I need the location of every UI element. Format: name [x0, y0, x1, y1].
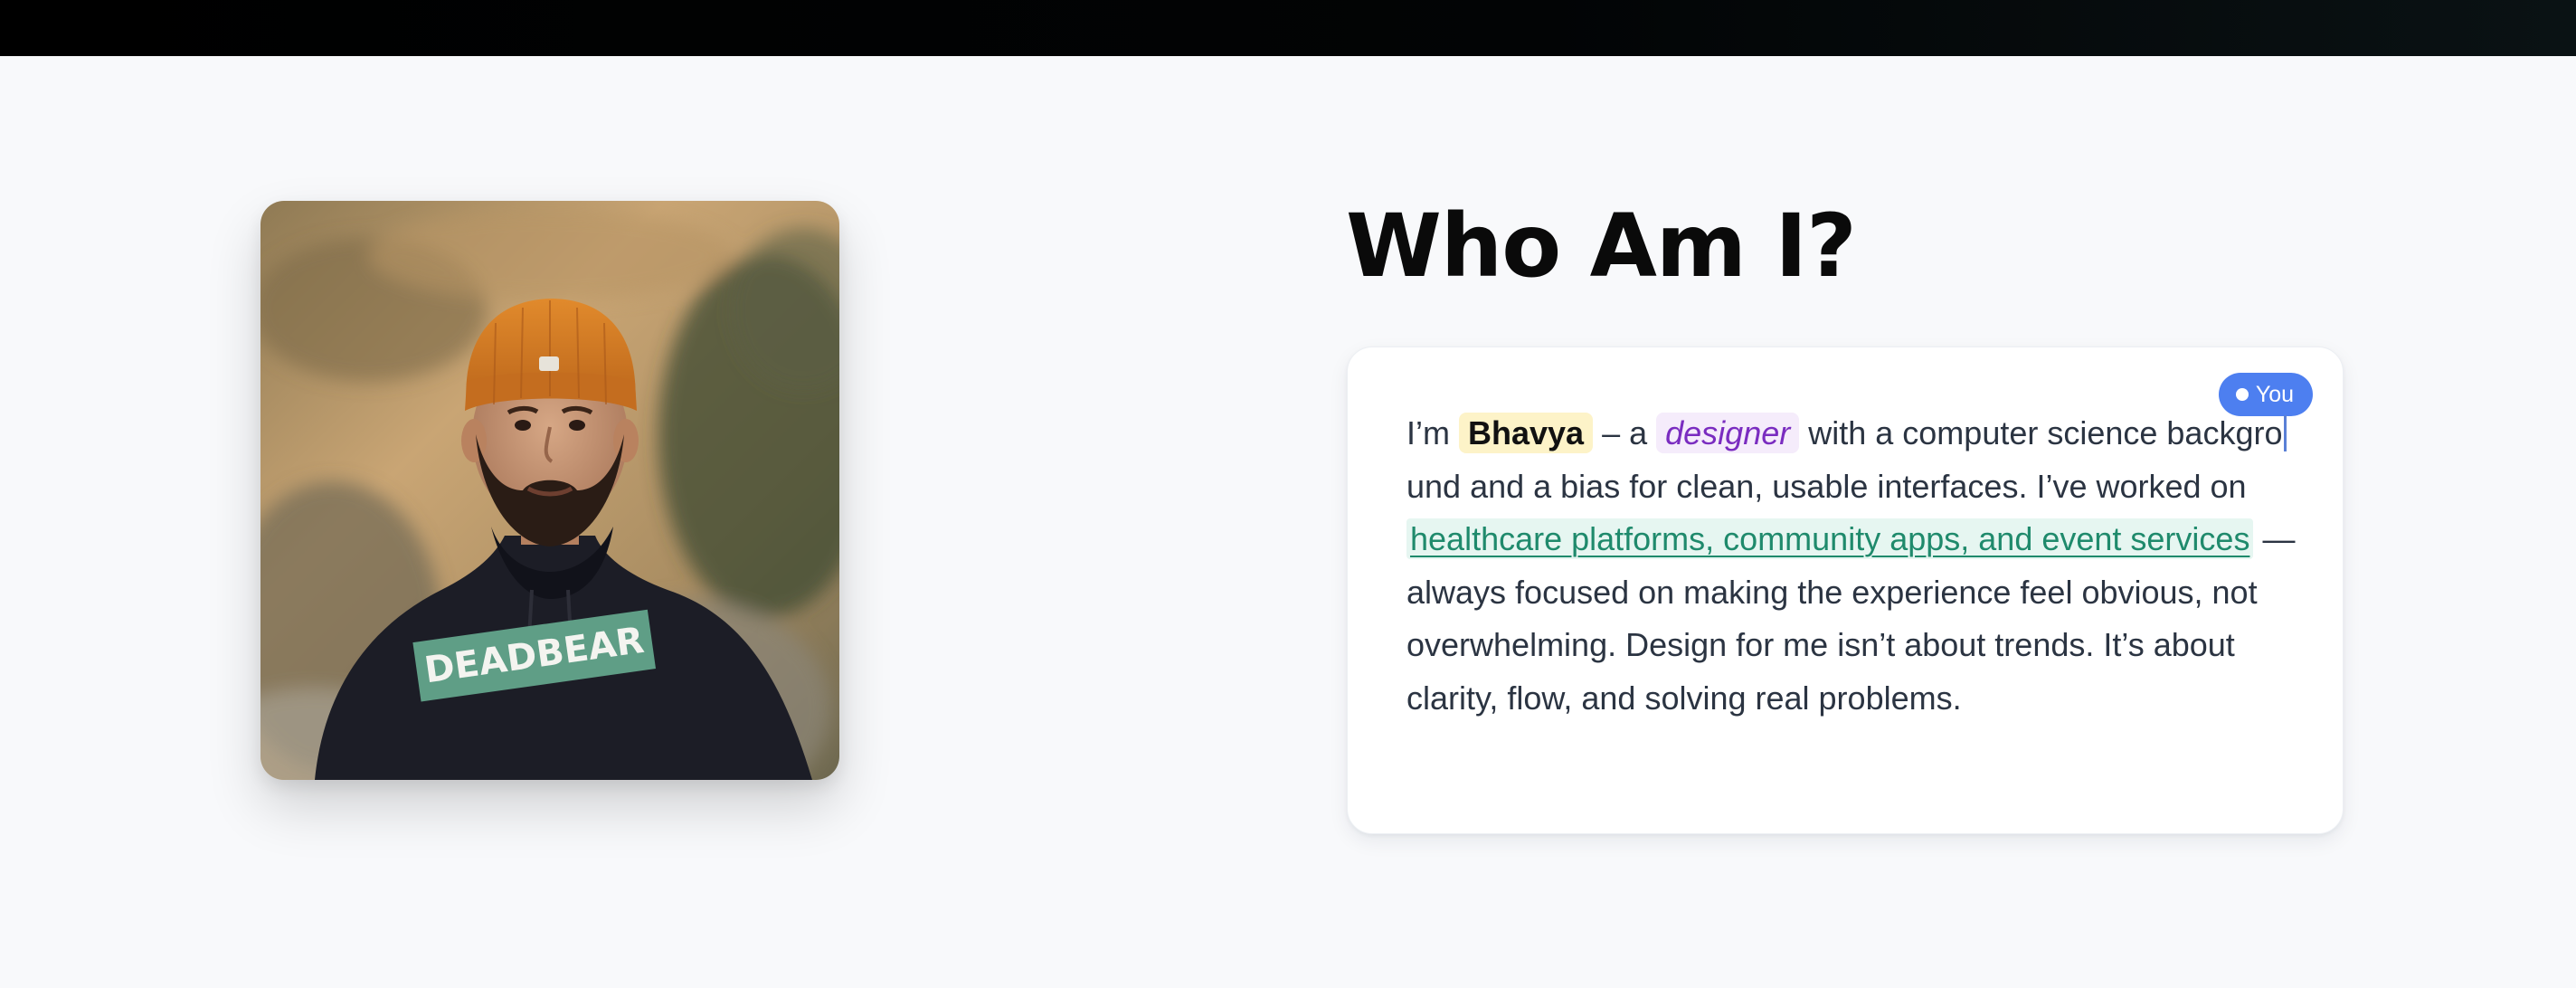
role-highlight: designer	[1656, 413, 1800, 453]
section-heading: Who Am I?	[1346, 195, 1857, 297]
name-highlight: Bhavya	[1459, 413, 1594, 453]
work-highlight-link[interactable]: healthcare platforms, community apps, an…	[1406, 518, 2254, 559]
top-nav-bar	[0, 0, 2576, 56]
presence-dot-icon	[2235, 388, 2249, 401]
bio-paragraph[interactable]: I’m Bhavya – a designer with a computer …	[1406, 407, 2302, 725]
bio-dash: – a	[1593, 414, 1657, 451]
avatar: DEADBEAR	[260, 201, 839, 780]
bio-intro: I’m	[1406, 414, 1459, 451]
text-caret	[2283, 415, 2287, 451]
bio-text-part-2: und and a bias for clean, usable interfa…	[1406, 467, 2247, 505]
bio-text-part-1: with a computer science backgro	[1799, 414, 2283, 451]
bio-card: You I’m Bhavya – a designer with a compu…	[1347, 347, 2344, 834]
profile-photo: DEADBEAR	[260, 201, 839, 780]
